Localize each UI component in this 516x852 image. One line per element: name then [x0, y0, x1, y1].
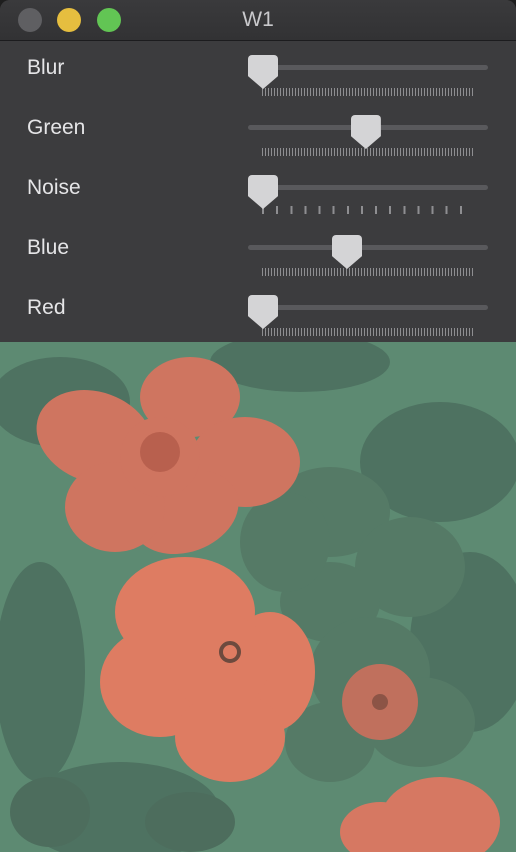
slider-thumb[interactable] — [248, 295, 278, 329]
slider-row-green: Green — [0, 101, 516, 161]
blur-slider[interactable] — [248, 54, 488, 100]
slider-thumb[interactable] — [350, 115, 381, 149]
slider-label: Blur — [27, 56, 65, 79]
slider-label: Noise — [27, 176, 81, 199]
slider-track — [248, 185, 488, 190]
slider-row-noise: Noise — [0, 161, 516, 221]
blue-slider[interactable] — [248, 234, 488, 280]
flower-center — [372, 694, 388, 710]
slider-label: Green — [27, 116, 86, 139]
slider-ticks — [262, 88, 474, 96]
slider-thumb[interactable] — [248, 175, 278, 209]
flower-center — [140, 432, 180, 472]
slider-thumb[interactable] — [332, 235, 362, 269]
title-bar[interactable]: W1 — [0, 0, 516, 41]
slider-label: Red — [27, 296, 66, 319]
slider-track — [248, 65, 488, 70]
slider-row-blue: Blue — [0, 221, 516, 281]
green-slider[interactable] — [248, 114, 488, 160]
slider-track — [248, 245, 488, 250]
image-preview — [0, 342, 516, 852]
red-slider[interactable] — [248, 294, 488, 340]
slider-ticks — [262, 206, 474, 214]
controls-panel: Blur Green Noise Blue Red — [0, 41, 516, 342]
slider-track — [248, 305, 488, 310]
slider-label: Blue — [27, 236, 70, 259]
window-title: W1 — [242, 8, 274, 31]
slider-ticks — [262, 268, 474, 276]
slider-thumb[interactable] — [248, 55, 278, 89]
app-window: W1 Blur Green Noise Blue Red — [0, 0, 516, 852]
slider-row-red: Red — [0, 281, 516, 341]
flower-image — [0, 342, 516, 852]
slider-ticks — [262, 148, 474, 156]
noise-slider[interactable] — [248, 174, 488, 220]
slider-ticks — [262, 328, 474, 336]
slider-row-blur: Blur — [0, 41, 516, 101]
